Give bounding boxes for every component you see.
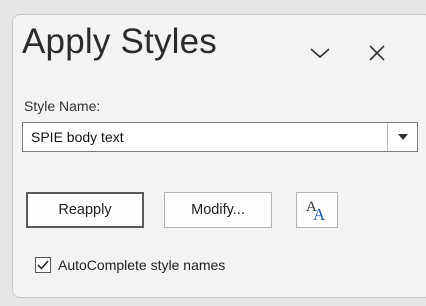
style-name-label: Style Name:	[24, 98, 101, 114]
style-name-dropdown-button[interactable]	[389, 123, 417, 151]
style-name-combobox[interactable]: SPIE body text	[22, 122, 418, 152]
pane-title: Apply Styles	[22, 22, 217, 61]
collapse-button[interactable]	[302, 38, 338, 68]
style-name-input[interactable]: SPIE body text	[31, 129, 124, 145]
checkmark-icon	[37, 260, 49, 270]
chevron-down-icon	[310, 48, 330, 59]
modify-button[interactable]: Modify...	[164, 192, 272, 228]
close-button[interactable]	[362, 38, 392, 68]
autocomplete-label: AutoComplete style names	[58, 257, 226, 273]
autocomplete-option[interactable]: AutoComplete style names	[35, 257, 225, 273]
combo-divider	[387, 123, 388, 151]
triangle-down-icon	[398, 134, 408, 140]
styles-pane-icon: A A	[306, 199, 326, 223]
reapply-button[interactable]: Reapply	[26, 192, 144, 228]
styles-pane-button[interactable]: A A	[296, 192, 338, 228]
autocomplete-checkbox[interactable]	[35, 257, 51, 273]
svg-text:A: A	[313, 205, 326, 223]
close-icon	[369, 45, 385, 61]
